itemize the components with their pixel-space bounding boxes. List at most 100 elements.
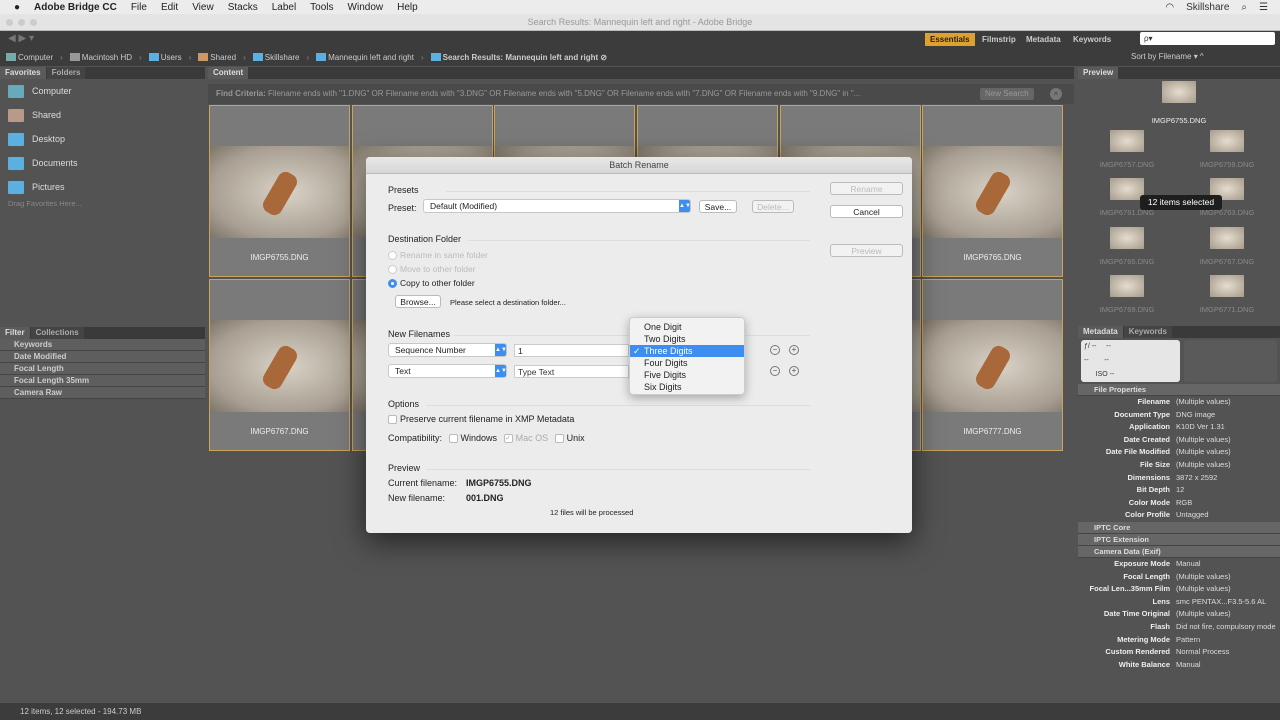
path-users[interactable]: Users — [148, 53, 182, 62]
thumbnail-card[interactable]: IMGP6755.DNG — [209, 105, 350, 277]
add-row1-icon[interactable]: + — [789, 345, 799, 355]
destination-hint: Please select a destination folder... — [450, 298, 566, 307]
compat-macos-checkbox[interactable]: ✓ Mac OS — [503, 433, 548, 444]
wifi-icon[interactable]: ◠ — [1165, 2, 1174, 13]
user-menu[interactable]: Skillshare — [1186, 2, 1229, 13]
tab-metadata[interactable]: Metadata — [1078, 326, 1123, 338]
preview-thumbnail[interactable] — [1110, 227, 1144, 249]
menu-edit[interactable]: Edit — [161, 2, 178, 13]
cancel-button[interactable]: Cancel — [830, 205, 903, 218]
menu-item-five-digits[interactable]: Five Digits — [630, 369, 744, 381]
favorite-desktop[interactable]: Desktop — [0, 127, 205, 151]
preserve-filename-checkbox[interactable]: Preserve current filename in XMP Metadat… — [388, 414, 574, 425]
save-preset-button[interactable]: Save... — [699, 200, 737, 213]
preview-thumbnail[interactable] — [1210, 227, 1244, 249]
sequence-start-field[interactable]: 1 — [514, 344, 629, 357]
section-file-properties[interactable]: File Properties — [1078, 384, 1280, 396]
menu-item-four-digits[interactable]: Four Digits — [630, 357, 744, 369]
tab-collections[interactable]: Collections — [30, 327, 84, 339]
menu-window[interactable]: Window — [348, 2, 384, 13]
close-search-icon[interactable]: × — [1050, 88, 1062, 100]
preset-select[interactable]: Default (Modified) ▲▼ — [423, 199, 691, 213]
metadata-row: Flash Did not fire, compulsory mode — [1150, 621, 1276, 631]
row2-type-select[interactable]: Text ▲▼ — [388, 364, 507, 378]
section-iptc-core[interactable]: IPTC Core — [1078, 521, 1280, 534]
folder-icon — [8, 180, 24, 194]
path-shared[interactable]: Shared — [198, 53, 236, 62]
preview-thumbnail[interactable] — [1210, 130, 1244, 152]
zoom-button[interactable] — [30, 19, 37, 26]
menu-tools[interactable]: Tools — [310, 2, 333, 13]
section-iptc-extension[interactable]: IPTC Extension — [1078, 533, 1280, 546]
menu-item-three-digits[interactable]: Three Digits — [630, 345, 744, 357]
filter-focal-length[interactable]: Focal Length — [0, 363, 205, 375]
back-forward-icon[interactable]: ◀ ▶ ▾ — [8, 33, 34, 44]
menu-stacks[interactable]: Stacks — [228, 2, 258, 13]
preview-thumbnail[interactable] — [1110, 275, 1144, 297]
thumbnail-card[interactable]: IMGP6767.DNG — [209, 279, 350, 451]
section-camera-data[interactable]: Camera Data (Exif) — [1078, 545, 1280, 558]
favorite-pictures[interactable]: Pictures — [0, 175, 205, 199]
tab-preview[interactable]: Preview — [1078, 67, 1119, 79]
path-macintosh-hd[interactable]: Macintosh HD — [69, 53, 132, 62]
workspace-metadata[interactable]: Metadata — [1021, 33, 1066, 46]
preview-thumbnail[interactable] — [1210, 275, 1244, 297]
workspace-essentials[interactable]: Essentials — [925, 33, 975, 46]
path-computer[interactable]: Computer — [6, 53, 53, 62]
list-icon[interactable]: ☰ — [1259, 2, 1268, 13]
radio-copy-other-folder[interactable]: Copy to other folder — [388, 278, 475, 288]
radio-rename-same-folder[interactable]: Rename in same folder — [388, 250, 488, 260]
menu-file[interactable]: File — [131, 2, 147, 13]
menu-label[interactable]: Label — [272, 2, 296, 13]
rename-button[interactable]: Rename — [830, 182, 903, 195]
remove-row2-icon[interactable]: − — [770, 366, 780, 376]
preview-button[interactable]: Preview — [830, 244, 903, 257]
workspace-filmstrip[interactable]: Filmstrip — [977, 33, 1021, 46]
compat-windows-checkbox[interactable]: Windows — [448, 433, 497, 444]
path-mannequin[interactable]: Mannequin left and right — [316, 53, 414, 62]
path-search-results[interactable]: Search Results: Mannequin left and right… — [430, 53, 607, 62]
favorite-computer[interactable]: Computer — [0, 79, 205, 103]
preview-thumbnail[interactable] — [1110, 178, 1144, 200]
workspace-keywords[interactable]: Keywords — [1068, 33, 1116, 46]
preview-thumbnail[interactable] — [1110, 130, 1144, 152]
radio-move-other-folder[interactable]: Move to other folder — [388, 264, 476, 274]
menu-item-one-digit[interactable]: One Digit — [630, 321, 744, 333]
delete-preset-button[interactable]: Delete... — [752, 200, 794, 213]
menu-item-two-digits[interactable]: Two Digits — [630, 333, 744, 345]
favorite-shared[interactable]: Shared — [0, 103, 205, 127]
apple-icon[interactable]: ● — [14, 2, 20, 13]
filter-focal-length-35mm[interactable]: Focal Length 35mm — [0, 375, 205, 387]
remove-row1-icon[interactable]: − — [770, 345, 780, 355]
browse-button[interactable]: Browse... — [395, 295, 441, 308]
thumbnail-card[interactable]: IMGP6765.DNG — [922, 105, 1063, 277]
add-row2-icon[interactable]: + — [789, 366, 799, 376]
thumbnail-card[interactable]: IMGP6777.DNG — [922, 279, 1063, 451]
minimize-button[interactable] — [18, 19, 25, 26]
tab-folders[interactable]: Folders — [46, 67, 86, 79]
text-field[interactable]: Type Text — [514, 365, 629, 378]
options-heading: Options — [388, 399, 420, 409]
filter-keywords[interactable]: Keywords — [0, 339, 205, 351]
menu-item-six-digits[interactable]: Six Digits — [630, 381, 744, 393]
new-search-button[interactable]: New Search — [980, 88, 1034, 100]
search-input[interactable]: ρ▾ — [1140, 32, 1275, 45]
metadata-row: White Balance Manual — [1118, 659, 1201, 669]
path-skillshare[interactable]: Skillshare — [252, 53, 299, 62]
menu-help[interactable]: Help — [397, 2, 418, 13]
row1-type-select[interactable]: Sequence Number ▲▼ — [388, 343, 507, 357]
app-menu[interactable]: Adobe Bridge CC — [34, 2, 117, 13]
filter-camera-raw[interactable]: Camera Raw — [0, 387, 205, 399]
preview-thumbnail[interactable] — [1162, 81, 1196, 103]
tab-content[interactable]: Content — [208, 67, 249, 79]
favorite-documents[interactable]: Documents — [0, 151, 205, 175]
filter-date-modified[interactable]: Date Modified — [0, 351, 205, 363]
close-window-button[interactable] — [6, 19, 13, 26]
tab-keywords[interactable]: Keywords — [1123, 326, 1172, 338]
tab-favorites[interactable]: Favorites — [0, 67, 46, 79]
compat-unix-checkbox[interactable]: Unix — [554, 433, 585, 444]
sort-dropdown[interactable]: Sort by Filename ▾ ^ — [1131, 52, 1204, 61]
menu-view[interactable]: View — [192, 2, 214, 13]
tab-filter[interactable]: Filter — [0, 327, 30, 339]
spotlight-icon[interactable]: ⌕ — [1241, 2, 1247, 13]
